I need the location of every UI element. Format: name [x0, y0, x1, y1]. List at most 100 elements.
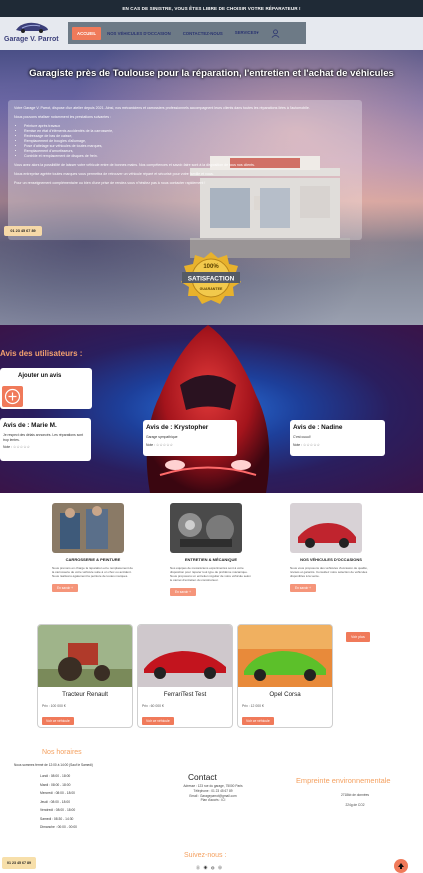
review-title: Avis de : Marie M.	[3, 422, 57, 429]
hours-row: Samedi : 08:30 - 14:30	[40, 816, 74, 821]
hero-paragraph-3: Nous entreprise agréée toutes marques vo…	[14, 172, 214, 176]
hours-row: Jeudi : 08:00 - 18:00	[40, 799, 71, 804]
hero-paragraph-4: Pour un renseignement complémentaire ou …	[14, 181, 206, 185]
tractor-image	[38, 625, 132, 687]
top-announcement-bar: EN CAS DE SINISTRE, VOUS ÊTES LIBRE DE C…	[0, 0, 423, 17]
service-description: Nos équipes de mécaniciens expérimentés …	[170, 566, 251, 582]
follow-us-title: Suivez-nous :	[184, 852, 227, 859]
eco-footprint-info: 2718kb de données 224g de CO2	[300, 790, 410, 810]
site-footer: Nos horaires Nous sommes fermé de 12:00 …	[0, 742, 423, 873]
social-icons[interactable]: ⓪ ◉ ◍ ⊕	[196, 865, 223, 871]
service-card-bodywork: CARROSSERIE & PEINTURE Nous prenons en c…	[52, 503, 134, 592]
badge-percent: 100%	[203, 264, 219, 270]
rating-label: Note :	[3, 445, 13, 450]
learn-more-button[interactable]: En savoir +	[170, 588, 197, 596]
star-rating-icon: ☆☆☆☆☆	[156, 442, 174, 447]
vehicle-price: Prix : 60 000 €	[142, 704, 164, 708]
nav-contact[interactable]: CONTACTEZ-NOUS	[177, 31, 229, 36]
phone-button[interactable]: 01 23 45 67 89	[4, 226, 42, 236]
services-list: Peinture après travaux Remise en état d'…	[24, 124, 356, 159]
scroll-to-top-button[interactable]	[394, 859, 408, 873]
hours-row: Dimanche : 00:00 - 00:00	[40, 825, 78, 829]
intro-paragraph: Votre Garage V. Parrot, dispose d'un ate…	[14, 106, 310, 110]
ferrari-image	[138, 625, 232, 687]
garage-logo[interactable]: Garage V. Parrot	[4, 19, 66, 48]
review-title: Avis de : Nadine	[293, 424, 343, 431]
service-card-used-vehicles: NOS VÉHICULES D'OCCASIONS Nous vous prop…	[290, 503, 372, 592]
service-title: CARROSSERIE & PEINTURE	[65, 557, 121, 562]
review-rating: Note : ☆☆☆☆☆	[293, 443, 382, 447]
vehicle-card: FerrariTest Test Prix : 60 000 € Voir ce…	[137, 624, 233, 728]
service-title: ENTRETIEN & MÉCANIQUE	[184, 557, 238, 562]
review-rating: Note : ☆☆☆☆☆	[3, 445, 88, 449]
car-logo-icon	[16, 22, 48, 33]
phone-button-bottom[interactable]: 01 23 45 67 89	[2, 857, 36, 869]
reviews-section: Avis des utilisateurs : Ajouter un avis …	[0, 325, 423, 493]
contact-title: Contact	[188, 772, 217, 782]
review-card: Avis de : Marie M. Je respect des délais…	[0, 418, 91, 461]
hero-paragraph-2: Vous avez alors la possibilité de laisse…	[14, 163, 255, 167]
vehicle-name: Tracteur Renault	[62, 691, 108, 698]
view-vehicle-button[interactable]: Voir ce véhicule	[142, 717, 174, 725]
service-description: Nous vous proposons des véhicules d'occa…	[290, 566, 368, 578]
hours-row: Mercredi : 08:00 - 18:00	[40, 791, 76, 795]
nav-home[interactable]: ACCUEIL	[72, 26, 102, 40]
eco-co2: 224g de CO2	[345, 803, 365, 807]
view-vehicle-button[interactable]: Voir ce véhicule	[42, 717, 74, 725]
vehicle-card: Tracteur Renault Prix : 100 000 € Voir c…	[37, 624, 133, 728]
rating-label: Note :	[293, 442, 303, 447]
hours-row: Mardi : 08:00 - 18:00	[40, 782, 71, 787]
opel-corsa-image	[238, 625, 332, 687]
badge-label: SATISFACTION	[188, 276, 235, 283]
eco-footprint-title: Empreinte environnementale	[296, 776, 391, 785]
bodywork-image	[52, 503, 124, 553]
vehicles-section: Tracteur Renault Prix : 100 000 € Voir c…	[0, 620, 423, 740]
view-vehicle-button[interactable]: Voir ce véhicule	[242, 717, 274, 725]
review-card: Avis de : Krystopher Garage sympathique …	[143, 420, 237, 456]
see-more-button[interactable]: Voir plus	[346, 632, 370, 642]
announcement-text: EN CAS DE SINISTRE, VOUS ÊTES LIBRE DE C…	[122, 6, 301, 11]
rating-label: Note :	[146, 442, 156, 447]
vehicle-name: Opel Corsa	[269, 691, 301, 698]
learn-more-button[interactable]: En savoir +	[290, 584, 317, 592]
services-section: CARROSSERIE & PEINTURE Nous prenons en c…	[0, 493, 423, 618]
service-title: NOS VÉHICULES D'OCCASIONS	[300, 557, 362, 562]
star-rating-icon: ☆☆☆☆☆	[303, 442, 321, 447]
service-card-maintenance: ENTRETIEN & MÉCANIQUE Nos équipes de méc…	[170, 503, 252, 596]
review-text: Je respect des délais annoncés. Les répa…	[3, 433, 84, 442]
review-card: Avis de : Nadine C'est cuuul! Note : ☆☆☆…	[290, 420, 385, 456]
review-text: Garage sympathique	[146, 435, 178, 439]
badge-sublabel: GUARANTEE	[200, 287, 223, 291]
hero-section: Garagiste près de Toulouse pour la répar…	[0, 50, 423, 325]
vehicle-price: Prix : 12 000 €	[242, 704, 264, 708]
services-intro: Nous pouvons réaliser notamment les pres…	[14, 115, 112, 119]
hours-title: Nos horaires	[42, 749, 82, 756]
nav-used-vehicles[interactable]: NOS VÉHICULES D'OCCASION	[101, 31, 177, 36]
brand-name: Garage V. Parrot	[4, 36, 59, 43]
add-review-card: Ajouter un avis	[0, 368, 92, 409]
vehicle-name: FerrariTest Test	[163, 691, 207, 698]
contact-map-link[interactable]: Plan d'accès : ICI	[168, 798, 258, 803]
hours-subtitle: Nous sommes fermé de 12:00 à 14:00 (Sauf…	[14, 763, 93, 767]
hours-row: Vendredi : 08:00 - 18:00	[40, 808, 76, 812]
service-description: Nous prenons en charge la réparation et …	[52, 566, 133, 578]
nav-services[interactable]: SERVICES▾	[229, 30, 265, 36]
used-car-image	[290, 503, 362, 553]
add-review-label: Ajouter un avis	[18, 373, 62, 379]
user-icon[interactable]	[271, 28, 280, 38]
vehicle-price: Prix : 100 000 €	[42, 704, 66, 708]
add-review-button[interactable]	[2, 386, 23, 407]
hours-row: Lundi : 08:00 - 18:00	[40, 774, 71, 778]
hero-title: Garagiste près de Toulouse pour la répar…	[29, 68, 394, 79]
review-title: Avis de : Krystopher	[146, 424, 209, 431]
satisfaction-badge-icon: 100% SATISFACTION GUARANTEE	[181, 252, 241, 304]
learn-more-button[interactable]: En savoir +	[52, 584, 79, 592]
main-navigation: ACCUEIL NOS VÉHICULES D'OCCASION CONTACT…	[68, 22, 306, 44]
sports-car-image	[146, 325, 270, 493]
intro-card: Votre Garage V. Parrot, dispose d'un ate…	[8, 100, 362, 240]
plus-circle-icon	[4, 388, 21, 405]
engine-image	[170, 503, 242, 553]
star-rating-icon: ☆☆☆☆☆	[13, 445, 31, 450]
chevron-down-icon: ▾	[256, 30, 259, 35]
contact-info: Adresse : 123 rue du garage, 75000 Paris…	[168, 784, 258, 803]
